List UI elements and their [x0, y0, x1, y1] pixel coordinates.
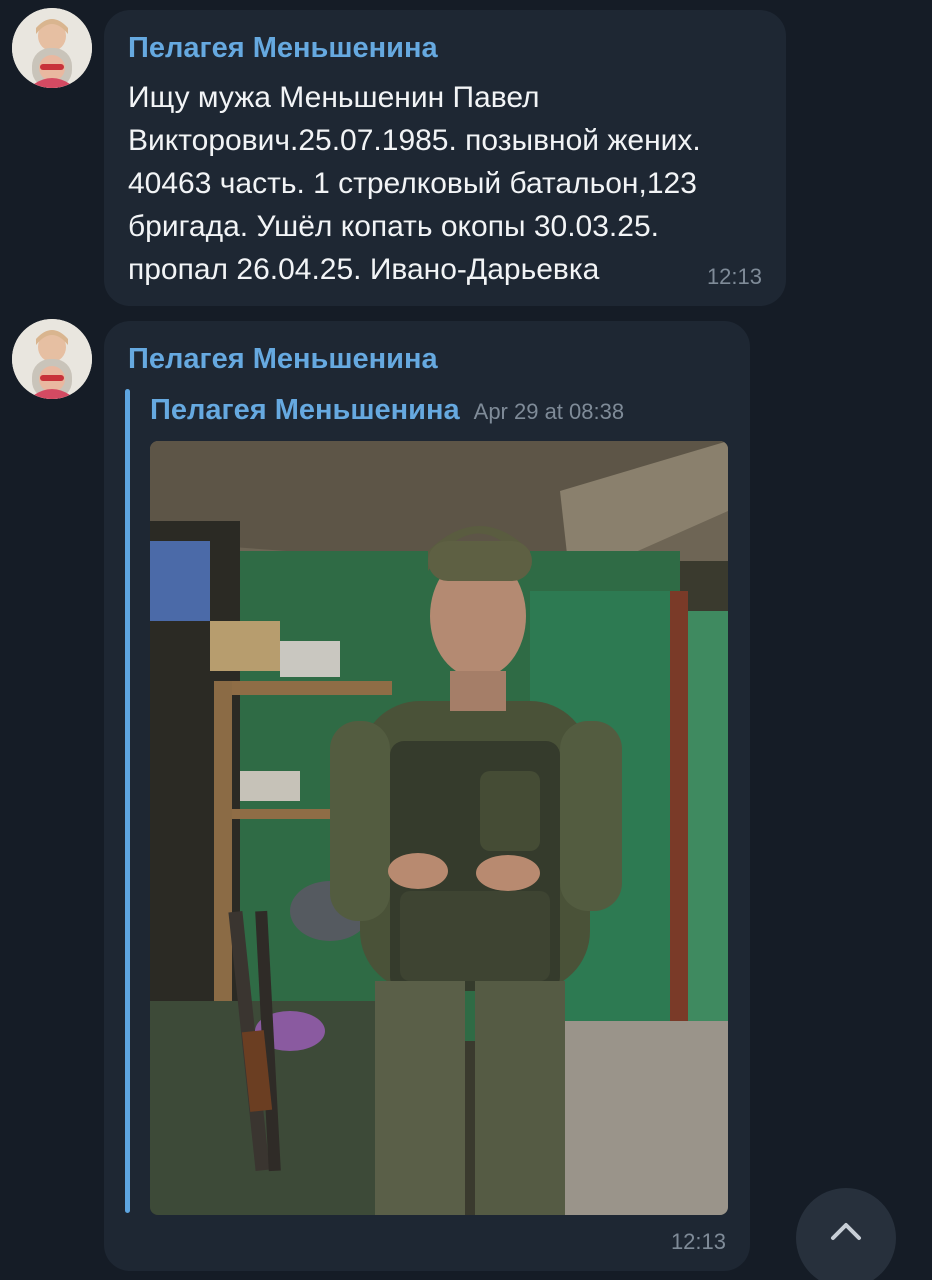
- chat-screen: Пелагея Меньшенина Ищу мужа Меньшенин Па…: [0, 0, 932, 1280]
- message-bubble[interactable]: Пелагея Меньшенина Ищу мужа Меньшенин Па…: [104, 10, 786, 306]
- scroll-button[interactable]: [796, 1188, 896, 1280]
- sender-name[interactable]: Пелагея Меньшенина: [128, 343, 438, 376]
- message-line: Ищу мужа Меньшенин Павел: [128, 81, 540, 114]
- forwarded-header[interactable]: Пелагея Меньшенина Apr 29 at 08:38: [150, 394, 624, 427]
- message-bubble[interactable]: Пелагея Меньшенина Пелагея Меньшенина Ap…: [104, 321, 750, 1271]
- forward-bar: [125, 389, 130, 1213]
- forwarded-sender-name[interactable]: Пелагея Меньшенина: [150, 394, 460, 427]
- sender-name[interactable]: Пелагея Меньшенина: [128, 32, 438, 65]
- message-time: 12:13: [706, 264, 762, 289]
- message-time: 12:13: [670, 1229, 726, 1254]
- message-line: 40463 часть. 1 стрелковый батальон,123: [128, 167, 697, 200]
- forwarded-date: Apr 29 at 08:38: [473, 399, 625, 424]
- message-text: Ищу мужа Меньшенин Павел Викторович.25.0…: [128, 76, 768, 291]
- message-photo[interactable]: [150, 441, 728, 1215]
- message-line: пропал 26.04.25. Ивано-Дарьевка: [128, 253, 600, 286]
- sender-avatar[interactable]: [12, 319, 92, 399]
- sender-avatar[interactable]: [12, 8, 92, 88]
- message-line: бригада. Ушёл копать окопы 30.03.25.: [128, 210, 659, 243]
- chevron-up-icon: [831, 1223, 861, 1240]
- message-line: Викторович.25.07.1985. позывной жених.: [128, 124, 701, 157]
